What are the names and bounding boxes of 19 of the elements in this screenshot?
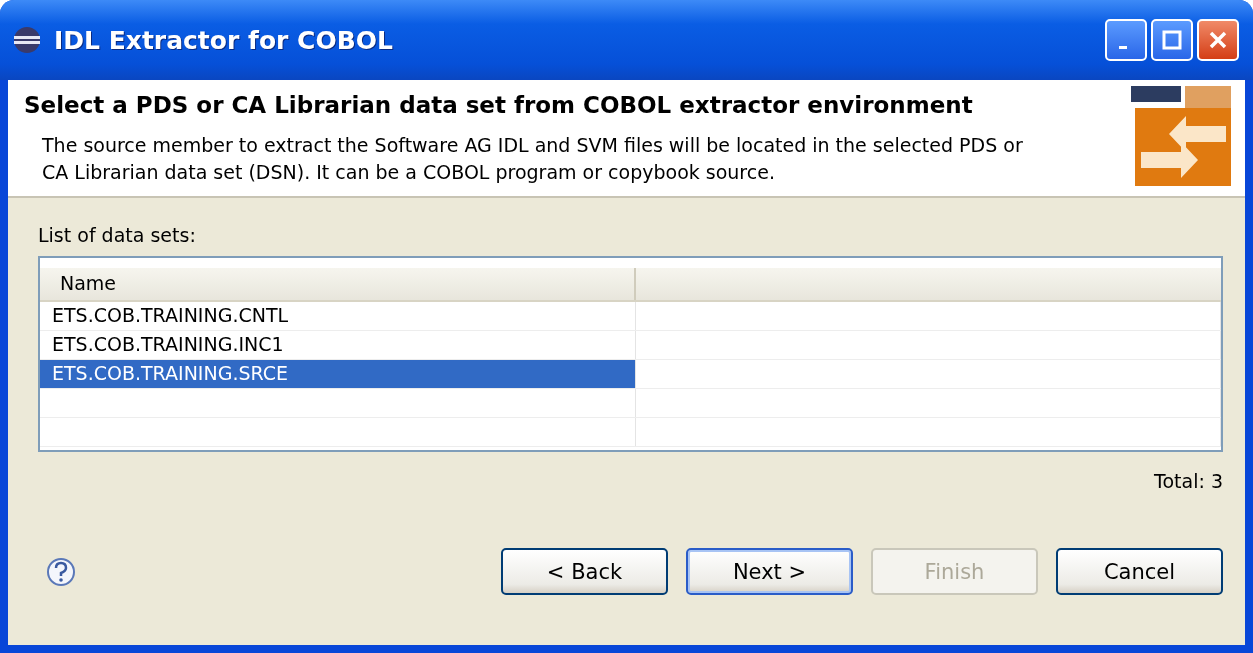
list-label: List of data sets: (38, 224, 197, 246)
table-cell[interactable]: ETS.COB.TRAINING.INC1 (40, 331, 636, 359)
page-description: The source member to extract the Software AG IDL and SVM files will be located in the selected PDS or CA Librarian data set (DSN). It can be a COBOL program or copybook source. (42, 133, 1024, 185)
maximize-button[interactable] (1151, 19, 1193, 61)
help-icon[interactable] (46, 556, 76, 587)
wizard-button[interactable]: Next > (686, 548, 853, 595)
total-count: Total: 3 (1154, 470, 1223, 492)
wizard-button[interactable]: < Back (501, 548, 668, 595)
sphere-icon (12, 25, 42, 55)
table-cell[interactable]: ETS.COB.TRAINING.SRCE (40, 360, 636, 388)
page-title: Select a PDS or CA Librarian data set from COBOL extractor environment (24, 92, 974, 118)
folder-arrows-icon (1131, 86, 1231, 186)
close-button[interactable] (1197, 19, 1239, 61)
table-cell[interactable]: ETS.COB.TRAINING.CNTL (40, 302, 636, 330)
minimize-button[interactable] (1105, 19, 1147, 61)
minimize-icon (1119, 45, 1127, 49)
window-title: IDL Extractor for COBOL (54, 25, 394, 55)
wizard-button[interactable]: Cancel (1056, 548, 1223, 595)
wizard-button: Finish (871, 548, 1038, 595)
